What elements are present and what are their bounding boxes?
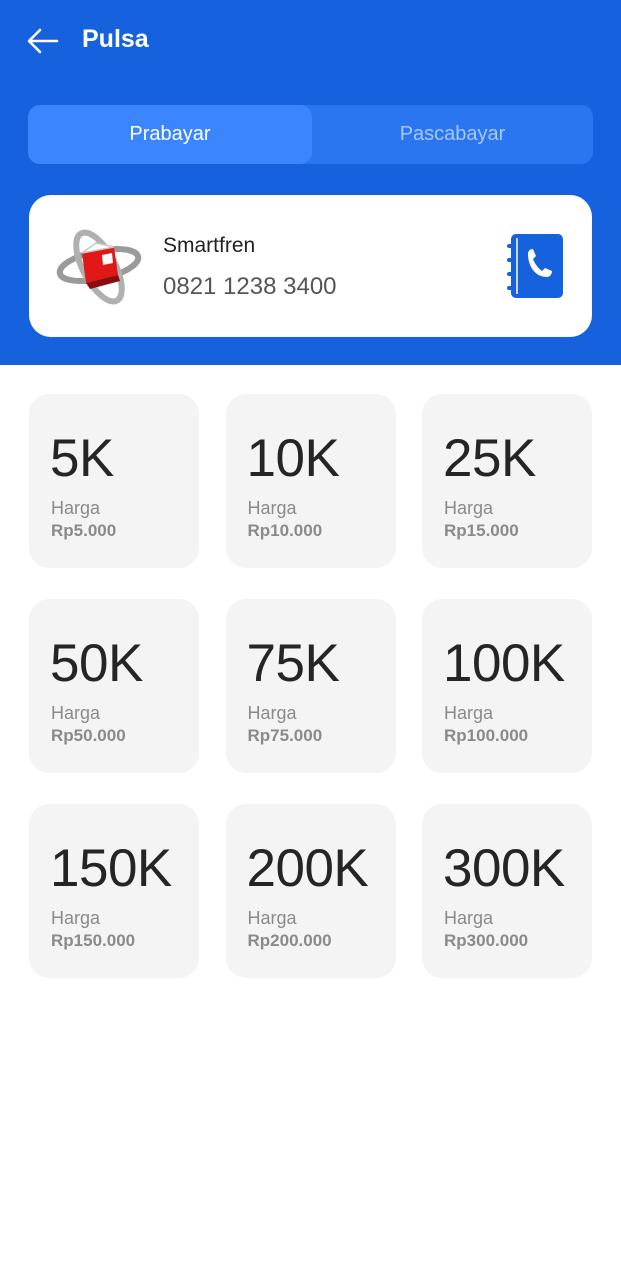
nominal-value: 300K xyxy=(443,839,565,898)
nominal-card-300k[interactable]: 300K Harga Rp300.000 xyxy=(422,804,592,978)
tab-pascabayar[interactable]: Pascabayar xyxy=(312,105,593,164)
nominal-card-200k[interactable]: 200K Harga Rp200.000 xyxy=(225,804,396,978)
price-value: Rp100.000 xyxy=(444,726,529,745)
provider-logo-icon xyxy=(56,229,142,305)
price-value: Rp10.000 xyxy=(247,521,323,540)
arrow-left-icon xyxy=(27,28,59,54)
nominal-value: 200K xyxy=(246,839,369,898)
nominal-card-50k[interactable]: 50K Harga Rp50.000 xyxy=(29,599,199,773)
price-label: Harga xyxy=(51,908,101,928)
nominal-card-5k[interactable]: 5K Harga Rp5.000 xyxy=(29,394,199,568)
price-value: Rp15.000 xyxy=(444,521,519,540)
nominal-grid: 5K Harga Rp5.000 10K Harga Rp10.000 25K … xyxy=(29,394,592,978)
price-value: Rp75.000 xyxy=(247,726,323,745)
price-label: Harga xyxy=(444,908,494,928)
page-title: Pulsa xyxy=(82,25,149,53)
price-value: Rp50.000 xyxy=(51,726,126,745)
header: Pulsa Prabayar Pascabayar Smartfren 0821… xyxy=(0,0,621,365)
nominal-value: 150K xyxy=(50,839,172,898)
provider-name: Smartfren xyxy=(163,234,256,257)
price-label: Harga xyxy=(444,498,494,518)
nominal-card-10k[interactable]: 10K Harga Rp10.000 xyxy=(225,394,396,568)
nominal-value: 10K xyxy=(246,429,340,488)
price-value: Rp150.000 xyxy=(51,931,136,950)
nominal-value: 100K xyxy=(443,634,565,693)
phone-book-icon[interactable] xyxy=(507,232,565,300)
price-label: Harga xyxy=(444,703,494,723)
nominal-value: 5K xyxy=(50,429,114,488)
price-label: Harga xyxy=(247,908,297,928)
price-label: Harga xyxy=(51,498,101,518)
nominal-value: 50K xyxy=(50,634,143,693)
provider-card: Smartfren 0821 1238 3400 xyxy=(29,195,592,337)
phone-number[interactable]: 0821 1238 3400 xyxy=(163,272,337,302)
nominal-card-75k[interactable]: 75K Harga Rp75.000 xyxy=(225,599,396,773)
nominal-value: 25K xyxy=(443,429,536,488)
tab-prabayar[interactable]: Prabayar xyxy=(28,105,312,164)
nominal-card-25k[interactable]: 25K Harga Rp15.000 xyxy=(422,394,592,568)
price-value: Rp200.000 xyxy=(247,931,332,950)
back-button[interactable] xyxy=(22,22,64,60)
price-value: Rp300.000 xyxy=(444,931,529,950)
price-value: Rp5.000 xyxy=(51,521,117,540)
price-label: Harga xyxy=(51,703,101,723)
nominal-card-150k[interactable]: 150K Harga Rp150.000 xyxy=(29,804,199,978)
price-label: Harga xyxy=(247,703,297,723)
nominal-value: 75K xyxy=(246,634,340,693)
price-label: Harga xyxy=(247,498,297,518)
tab-bar: Prabayar Pascabayar xyxy=(28,105,593,164)
nominal-card-100k[interactable]: 100K Harga Rp100.000 xyxy=(422,599,592,773)
